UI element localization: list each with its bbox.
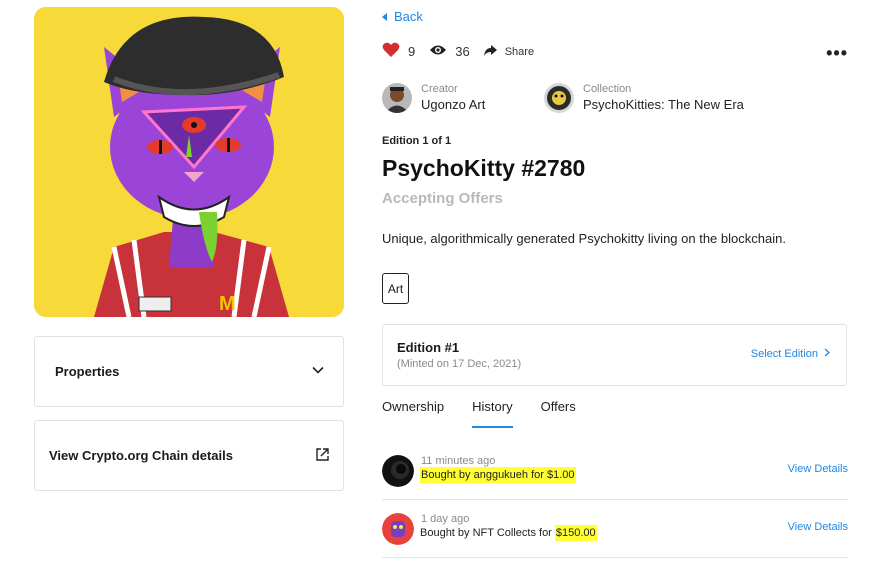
view-details-link[interactable]: View Details <box>788 463 848 475</box>
nft-title: PsychoKitty #2780 <box>382 155 586 181</box>
psychokitty-illustration: M <box>34 7 344 317</box>
sale-status: Accepting Offers <box>382 190 503 207</box>
back-link[interactable]: Back <box>382 9 423 24</box>
detail-tabs: Ownership History Offers <box>382 399 604 428</box>
view-details-link[interactable]: View Details <box>788 521 848 533</box>
chevron-right-icon <box>824 348 830 360</box>
edition-title: Edition #1 <box>397 340 460 355</box>
history-time: 1 day ago <box>421 513 470 525</box>
like-button[interactable]: 9 <box>382 42 415 61</box>
collection-info[interactable]: Collection PsychoKitties: The New Era <box>544 82 744 114</box>
tab-ownership[interactable]: Ownership <box>382 399 444 428</box>
history-text: Bought by NFT Collects for $150.00 <box>420 525 597 541</box>
back-label: Back <box>394 9 423 24</box>
chevron-down-icon <box>311 363 325 380</box>
more-options-button[interactable]: ••• <box>826 43 848 64</box>
minted-date: (Minted on 17 Dec, 2021) <box>397 358 522 370</box>
properties-accordion[interactable]: Properties <box>34 336 344 407</box>
eye-icon <box>429 44 447 59</box>
heart-icon <box>382 42 400 61</box>
select-edition-label: Select Edition <box>750 348 818 360</box>
collection-avatar <box>544 83 574 113</box>
edition-card: Edition #1 (Minted on 17 Dec, 2021) Sele… <box>382 324 847 386</box>
properties-label: Properties <box>55 364 120 379</box>
nft-artwork[interactable]: M <box>34 7 344 317</box>
views-counter: 36 <box>429 44 470 59</box>
external-link-icon <box>315 447 330 465</box>
like-count: 9 <box>408 44 416 59</box>
share-label: Share <box>504 45 535 58</box>
share-button[interactable]: Share <box>483 44 535 59</box>
creator-label: Creator <box>421 83 458 95</box>
edition-count: Edition 1 of 1 <box>382 135 452 147</box>
history-item: 11 minutes ago Bought by anggukueh for $… <box>382 442 848 500</box>
left-column: M Properties View Crypto.org Chain detai… <box>34 7 344 491</box>
history-text: Bought by anggukueh for $1.00 <box>420 467 576 483</box>
collection-label: Collection <box>583 83 632 95</box>
creator-collection-row: Creator Ugonzo Art Collection PsychoKitt… <box>382 82 848 116</box>
tab-offers[interactable]: Offers <box>541 399 576 428</box>
tab-history[interactable]: History <box>472 399 513 428</box>
highlighted-text: Bought by anggukueh for $1.00 <box>420 467 576 483</box>
buyer-avatar <box>382 455 414 487</box>
buyer-avatar <box>382 513 414 545</box>
history-description: Bought by NFT Collects for <box>420 527 555 539</box>
share-arrow-icon <box>483 44 497 59</box>
select-edition-link[interactable]: Select Edition <box>751 348 830 360</box>
collection-name: PsychoKitties: The New Era <box>583 97 744 112</box>
category-tag[interactable]: Art <box>382 273 409 304</box>
creator-avatar <box>382 83 412 113</box>
creator-info[interactable]: Creator Ugonzo Art <box>382 82 485 114</box>
nft-description: Unique, algorithmically generated Psycho… <box>382 231 786 246</box>
view-count: 36 <box>455 44 470 59</box>
creator-name: Ugonzo Art <box>421 97 486 112</box>
view-chain-details-link[interactable]: View Crypto.org Chain details <box>34 420 344 491</box>
highlighted-price: $150.00 <box>554 525 597 541</box>
caret-left-icon <box>382 9 388 24</box>
history-time: 11 minutes ago <box>421 455 496 467</box>
svg-text:M: M <box>219 293 236 315</box>
stats-bar: 9 36 Share <box>382 42 548 61</box>
chain-details-label: View Crypto.org Chain details <box>49 448 233 463</box>
history-item: 1 day ago Bought by NFT Collects for $15… <box>382 500 848 558</box>
